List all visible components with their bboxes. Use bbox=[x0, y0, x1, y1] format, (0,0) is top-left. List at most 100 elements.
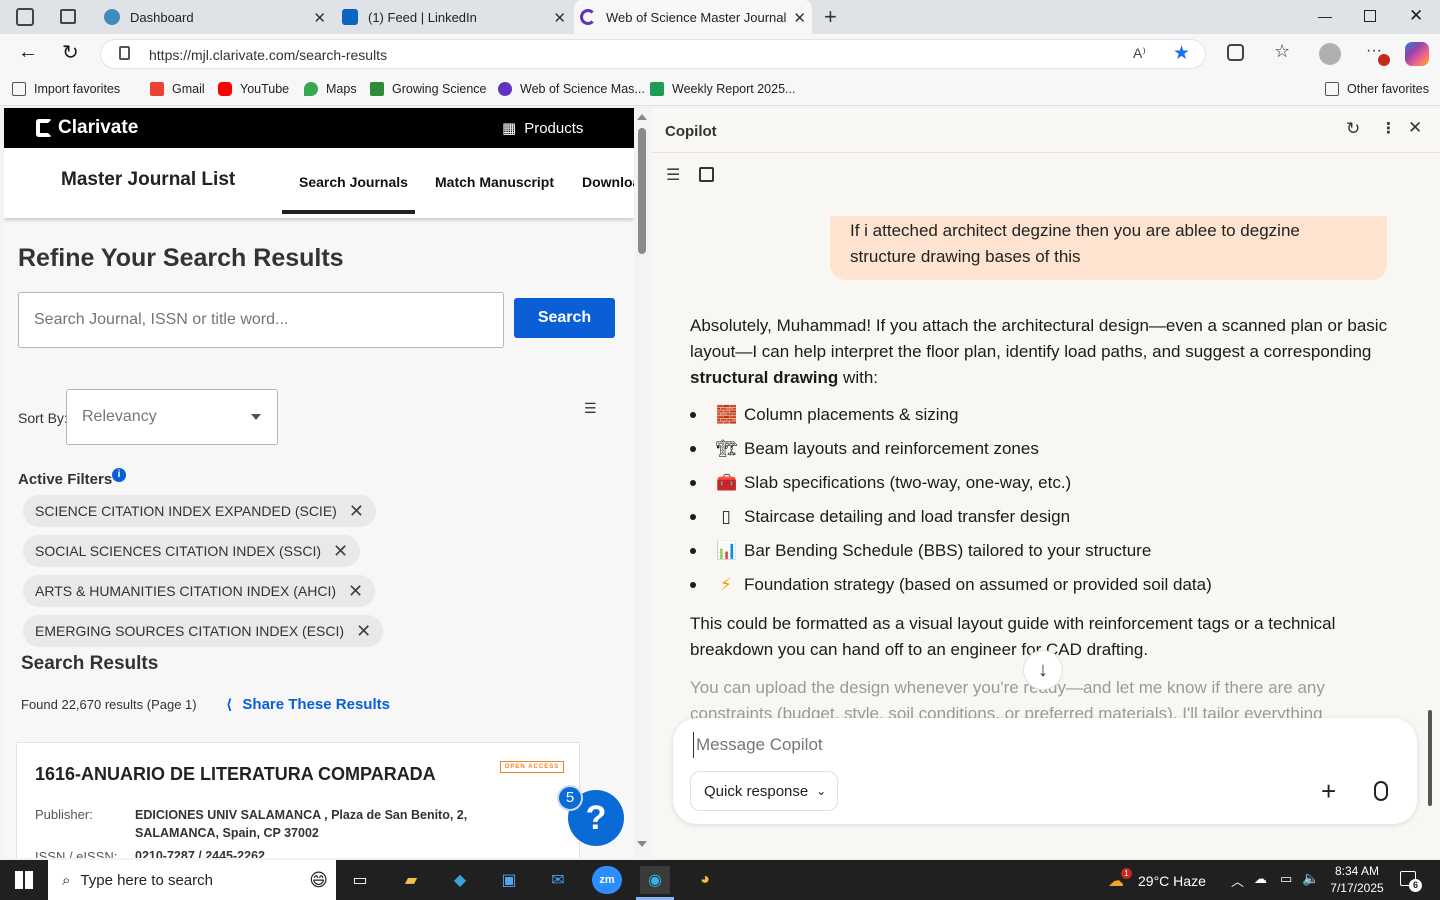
copilot-scrollbar-thumb[interactable] bbox=[1428, 710, 1432, 806]
publisher-value: EDICIONES UNIV SALAMANCA , Plaza de San … bbox=[135, 808, 468, 840]
network-icon[interactable]: ▭ bbox=[1280, 871, 1292, 887]
more-options-icon[interactable]: ⋮ bbox=[1381, 119, 1396, 137]
profile-avatar[interactable] bbox=[1319, 43, 1341, 65]
sort-select[interactable]: Relevancy bbox=[66, 389, 278, 445]
close-icon[interactable]: ✕ bbox=[553, 9, 566, 27]
new-tab-button[interactable]: + bbox=[824, 4, 837, 30]
message-input[interactable] bbox=[693, 732, 1393, 758]
tab-downloads[interactable]: Downloa bbox=[582, 174, 634, 190]
fav-youtube[interactable]: YouTube bbox=[218, 82, 289, 96]
copilot-icon[interactable] bbox=[1405, 42, 1429, 66]
clock-date: 7/17/2025 bbox=[1330, 881, 1384, 895]
remove-filter-icon[interactable]: ✕ bbox=[333, 541, 348, 562]
refresh-button[interactable]: ↻ bbox=[62, 40, 79, 65]
volume-icon[interactable]: 🔈 bbox=[1302, 870, 1319, 887]
copilot-pane: Copilot ↻ ⋮ ✕ ☰ If i atteched architect … bbox=[652, 108, 1440, 858]
workspaces-icon[interactable] bbox=[16, 8, 34, 26]
scroll-down-arrow-icon[interactable] bbox=[637, 841, 647, 847]
tab-match-manuscript[interactable]: Match Manuscript bbox=[435, 174, 554, 190]
tab-search-journals[interactable]: Search Journals bbox=[299, 174, 408, 190]
refresh-icon[interactable]: ↻ bbox=[1346, 119, 1360, 139]
new-chat-icon[interactable] bbox=[699, 167, 714, 182]
onedrive-icon[interactable]: ☁ bbox=[1254, 871, 1267, 887]
list-item: ▯ Staircase detailing and load transfer d… bbox=[690, 507, 1070, 527]
menu-icon[interactable]: ☰ bbox=[666, 165, 680, 185]
edge-icon[interactable]: ◉ bbox=[640, 866, 670, 894]
youtube-icon bbox=[218, 82, 232, 96]
page-scrollbar[interactable] bbox=[635, 108, 650, 858]
restore-button[interactable] bbox=[1364, 10, 1376, 22]
fav-import-favorites[interactable]: Import favorites bbox=[12, 82, 120, 96]
filter-icon[interactable]: ☰ bbox=[584, 400, 597, 417]
fav-growing-science[interactable]: Growing Science bbox=[370, 82, 487, 96]
mjl-page: Clarivate ▦ Products Master Journal List… bbox=[4, 108, 634, 858]
back-button[interactable]: ← bbox=[18, 41, 38, 64]
filter-chip-ahci: ARTS & HUMANITIES CITATION INDEX (AHCI) ✕ bbox=[23, 575, 376, 607]
tab-title: Dashboard bbox=[130, 9, 194, 25]
journal-card: 1616-ANUARIO DE LITERATURA COMPARADA OPE… bbox=[16, 742, 580, 858]
close-window-button[interactable]: ✕ bbox=[1409, 6, 1423, 26]
construction-icon: 🏗 bbox=[716, 439, 738, 458]
clarivate-icon bbox=[498, 82, 512, 96]
journal-title[interactable]: 1616-ANUARIO DE LITERATURA COMPARADA bbox=[35, 764, 436, 785]
taskbar-search[interactable]: ⌕ Type here to search 😄 bbox=[48, 860, 336, 900]
tab-web-of-science[interactable]: Web of Science Master Journal Lis ✕ bbox=[574, 0, 812, 34]
start-button[interactable] bbox=[15, 871, 33, 889]
zoom-icon[interactable]: zm bbox=[592, 866, 622, 894]
mail-icon[interactable]: ✉ bbox=[543, 866, 573, 894]
favorite-star-icon[interactable]: ★ bbox=[1173, 42, 1190, 65]
clock[interactable]: 8:34 AM 7/17/2025 bbox=[1322, 863, 1392, 897]
remove-filter-icon[interactable]: ✕ bbox=[356, 621, 371, 642]
minimize-button[interactable]: — bbox=[1318, 8, 1332, 24]
clarivate-favicon-icon bbox=[580, 9, 596, 25]
import-icon bbox=[12, 82, 26, 96]
list-item: 📊 Bar Bending Schedule (BBS) tailored to … bbox=[690, 541, 1151, 561]
read-aloud-icon[interactable]: A⁾ bbox=[1133, 45, 1146, 62]
tab-linkedin[interactable]: (1) Feed | LinkedIn ✕ bbox=[334, 0, 572, 34]
notification-count: 6 bbox=[1409, 879, 1422, 892]
clarivate-logo[interactable]: Clarivate bbox=[36, 117, 138, 139]
scroll-down-button[interactable]: ↓ bbox=[1023, 650, 1063, 690]
products-menu[interactable]: ▦ Products bbox=[502, 119, 583, 138]
copilot-title: Copilot bbox=[665, 123, 717, 140]
remove-filter-icon[interactable]: ✕ bbox=[349, 501, 364, 522]
microphone-icon[interactable] bbox=[1374, 781, 1388, 801]
scroll-up-arrow-icon[interactable] bbox=[637, 114, 647, 120]
file-explorer-icon[interactable]: ▰ bbox=[396, 866, 426, 894]
close-icon[interactable]: ✕ bbox=[793, 9, 806, 27]
response-mode-dropdown[interactable]: Quick response ⌄ bbox=[690, 771, 838, 811]
sort-label: Sort By: bbox=[18, 410, 68, 426]
lock-icon[interactable] bbox=[119, 46, 130, 60]
app-icon[interactable]: ◆ bbox=[445, 866, 475, 894]
favorites-icon[interactable]: ☆ bbox=[1274, 41, 1290, 62]
share-results-link[interactable]: ⟨ Share These Results bbox=[226, 696, 390, 713]
address-bar[interactable]: https://mjl.clarivate.com/search-results… bbox=[100, 39, 1206, 69]
add-attachment-button[interactable]: + bbox=[1321, 776, 1336, 807]
fav-other-favorites[interactable]: Other favorites bbox=[1325, 82, 1429, 96]
fav-maps[interactable]: Maps bbox=[304, 82, 357, 96]
sort-value: Relevancy bbox=[82, 408, 157, 425]
close-pane-icon[interactable]: ✕ bbox=[1408, 118, 1422, 138]
grid-icon: ▦ bbox=[502, 120, 517, 137]
scrollbar-thumb[interactable] bbox=[638, 128, 646, 254]
fav-web-of-science[interactable]: Web of Science Mas... bbox=[498, 82, 645, 96]
fav-gmail[interactable]: Gmail bbox=[150, 82, 205, 96]
search-input[interactable] bbox=[18, 292, 504, 348]
chrome-icon[interactable]: ◕ bbox=[690, 866, 720, 894]
weather-badge: 1 bbox=[1121, 868, 1132, 879]
gmail-icon bbox=[150, 82, 164, 96]
task-view-icon[interactable]: ▭ bbox=[345, 866, 375, 894]
search-button[interactable]: Search bbox=[514, 298, 615, 338]
tab-dashboard[interactable]: Dashboard ✕ bbox=[96, 0, 332, 34]
vertical-tabs-icon[interactable] bbox=[60, 9, 76, 24]
fav-weekly-report[interactable]: Weekly Report 2025... bbox=[650, 82, 795, 96]
extensions-icon[interactable] bbox=[1227, 44, 1244, 61]
mjl-title[interactable]: Master Journal List bbox=[61, 169, 235, 191]
info-icon[interactable]: i bbox=[112, 468, 126, 482]
results-count: Found 22,670 results (Page 1) bbox=[21, 697, 197, 712]
url-text[interactable]: https://mjl.clarivate.com/search-results bbox=[149, 47, 387, 63]
store-icon[interactable]: ▣ bbox=[494, 866, 524, 894]
remove-filter-icon[interactable]: ✕ bbox=[348, 581, 363, 602]
close-icon[interactable]: ✕ bbox=[313, 9, 326, 27]
tray-chevron-icon[interactable]: ︿ bbox=[1231, 871, 1244, 890]
